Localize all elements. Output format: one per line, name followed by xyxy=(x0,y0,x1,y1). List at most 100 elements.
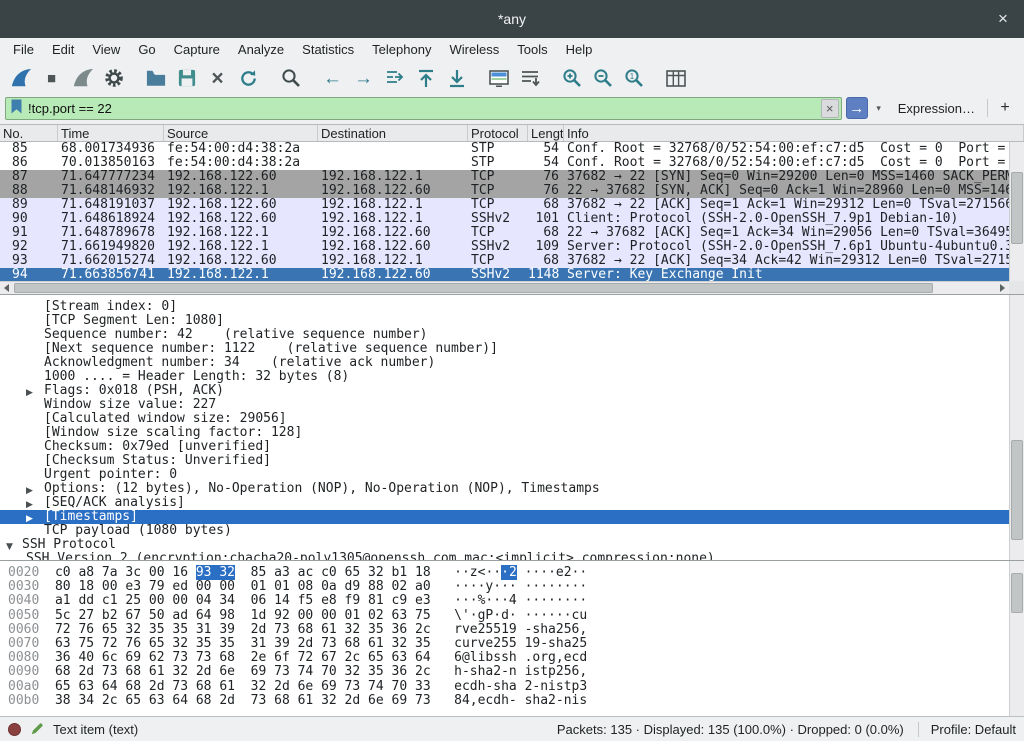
menu-statistics[interactable]: Statistics xyxy=(293,39,363,60)
detail-line[interactable]: Window size value: 227 xyxy=(0,398,1024,412)
capture-comment-icon[interactable] xyxy=(30,722,44,736)
column-header-length[interactable]: Length xyxy=(528,125,564,141)
column-header-destination[interactable]: Destination xyxy=(318,125,468,141)
detail-line[interactable]: SSH Version 2 (encryption:chacha20-poly1… xyxy=(0,552,1024,560)
capture-options-button[interactable] xyxy=(98,64,129,92)
scrollbar-thumb[interactable] xyxy=(1011,573,1023,613)
detail-line[interactable]: ▶Options: (12 bytes), No-Operation (NOP)… xyxy=(0,482,1024,496)
menu-help[interactable]: Help xyxy=(557,39,602,60)
hex-row-0060[interactable]: 0060 72 76 65 32 35 35 31 39 2d 73 68 61… xyxy=(8,623,1024,637)
column-header-source[interactable]: Source xyxy=(164,125,318,141)
filter-bookmark-icon[interactable] xyxy=(11,99,22,117)
display-filter-field[interactable]: × xyxy=(5,97,842,120)
menu-telephony[interactable]: Telephony xyxy=(363,39,440,60)
detail-line[interactable]: [Checksum Status: Unverified] xyxy=(0,454,1024,468)
resize-columns-button[interactable] xyxy=(660,64,691,92)
expression-button[interactable]: Expression… xyxy=(890,101,983,116)
detail-line[interactable]: Acknowledgment number: 34 (relative ack … xyxy=(0,356,1024,370)
hex-row-0090[interactable]: 0090 68 2d 73 68 61 32 2d 6e 69 73 74 70… xyxy=(8,665,1024,679)
packet-row-94[interactable]: 9471.663856741192.168.122.1192.168.122.6… xyxy=(0,268,1009,281)
column-header-no[interactable]: No. xyxy=(0,125,58,141)
menu-analyze[interactable]: Analyze xyxy=(229,39,293,60)
packet-list-hscrollbar[interactable] xyxy=(0,281,1009,294)
detail-line[interactable]: TCP payload (1080 bytes) xyxy=(0,524,1024,538)
detail-line[interactable]: [TCP Segment Len: 1080] xyxy=(0,314,1024,328)
zoom-original-button[interactable]: 1 xyxy=(618,64,649,92)
go-forward-button[interactable]: → xyxy=(348,64,379,92)
filter-input[interactable] xyxy=(28,101,815,116)
expert-info-icon[interactable] xyxy=(8,723,21,736)
stop-capture-button[interactable]: ■ xyxy=(36,64,67,92)
hex-row-00a0[interactable]: 00a0 65 63 64 68 2d 73 68 61 32 2d 6e 69… xyxy=(8,680,1024,694)
packet-row-92[interactable]: 9271.661949820192.168.122.1192.168.122.6… xyxy=(0,240,1009,254)
go-back-button[interactable]: ← xyxy=(317,64,348,92)
packet-row-91[interactable]: 9171.648789678192.168.122.1192.168.122.6… xyxy=(0,226,1009,240)
go-to-bottom-button[interactable] xyxy=(441,64,472,92)
find-packet-button[interactable] xyxy=(275,64,306,92)
packet-row-85[interactable]: 8568.001734936fe:54:00:d4:38:2aSTP54Conf… xyxy=(0,142,1009,156)
details-vscrollbar[interactable] xyxy=(1009,295,1024,560)
hex-row-0040[interactable]: 0040 a1 dd c1 25 00 00 04 34 06 14 f5 e8… xyxy=(8,594,1024,608)
hex-row-0030[interactable]: 0030 80 18 00 e3 79 ed 00 00 01 01 08 0a… xyxy=(8,580,1024,594)
scrollbar-thumb[interactable] xyxy=(1011,172,1023,244)
close-capture-button[interactable]: × xyxy=(202,64,233,92)
menu-edit[interactable]: Edit xyxy=(43,39,83,60)
detail-line[interactable]: Sequence number: 42 (relative sequence n… xyxy=(0,328,1024,342)
packet-row-93[interactable]: 9371.662015274192.168.122.60192.168.122.… xyxy=(0,254,1009,268)
scroll-left-arrow-icon[interactable] xyxy=(0,282,13,294)
reload-button[interactable] xyxy=(233,64,264,92)
menu-go[interactable]: Go xyxy=(129,39,164,60)
auto-scroll-button[interactable] xyxy=(514,64,545,92)
column-header-time[interactable]: Time xyxy=(58,125,164,141)
detail-line[interactable]: [Calculated window size: 29056] xyxy=(0,412,1024,426)
scrollbar-thumb[interactable] xyxy=(14,283,933,293)
packet-list-vscrollbar[interactable] xyxy=(1009,142,1024,281)
hex-row-0050[interactable]: 0050 5c 27 b2 67 50 ad 64 98 1d 92 00 00… xyxy=(8,609,1024,623)
packet-row-89[interactable]: 8971.648191037192.168.122.60192.168.122.… xyxy=(0,198,1009,212)
zoom-in-button[interactable] xyxy=(556,64,587,92)
detail-line[interactable]: ▶[Timestamps] xyxy=(0,510,1024,524)
detail-line[interactable]: ▼SSH Protocol xyxy=(0,538,1024,552)
add-filter-button[interactable]: + xyxy=(992,96,1018,120)
menu-capture[interactable]: Capture xyxy=(165,39,229,60)
detail-line[interactable]: [Stream index: 0] xyxy=(0,300,1024,314)
scroll-right-arrow-icon[interactable] xyxy=(996,282,1009,294)
packet-row-90[interactable]: 9071.648618924192.168.122.60192.168.122.… xyxy=(0,212,1009,226)
column-header-info[interactable]: Info xyxy=(564,125,1024,141)
hex-row-0080[interactable]: 0080 36 40 6c 69 62 73 73 68 2e 6f 72 67… xyxy=(8,651,1024,665)
menu-view[interactable]: View xyxy=(83,39,129,60)
detail-line[interactable]: 1000 .... = Header Length: 32 bytes (8) xyxy=(0,370,1024,384)
go-to-packet-button[interactable] xyxy=(379,64,410,92)
detail-line[interactable]: [Next sequence number: 1122 (relative se… xyxy=(0,342,1024,356)
colorize-packets-button[interactable] xyxy=(483,64,514,92)
bytes-vscrollbar[interactable] xyxy=(1009,561,1024,716)
packet-row-86[interactable]: 8670.013850163fe:54:00:d4:38:2aSTP54Conf… xyxy=(0,156,1009,170)
hex-row-00b0[interactable]: 00b0 38 34 2c 65 63 64 68 2d 73 68 61 32… xyxy=(8,694,1024,708)
zoom-original-icon: 1 xyxy=(624,68,644,88)
filter-apply-button[interactable]: → xyxy=(846,97,868,119)
restart-capture-button[interactable] xyxy=(67,64,98,92)
hex-row-0020[interactable]: 0020 c0 a8 7a 3c 00 16 93 32 85 a3 ac c0… xyxy=(8,566,1024,580)
filter-clear-button[interactable]: × xyxy=(821,99,839,118)
profile-button[interactable]: Profile: Default xyxy=(918,722,1016,737)
detail-line[interactable]: ▶[SEQ/ACK analysis] xyxy=(0,496,1024,510)
detail-line[interactable]: [Window size scaling factor: 128] xyxy=(0,426,1024,440)
open-capture-button[interactable] xyxy=(140,64,171,92)
menu-wireless[interactable]: Wireless xyxy=(440,39,508,60)
hex-row-0070[interactable]: 0070 63 75 72 76 65 32 35 35 31 39 2d 73… xyxy=(8,637,1024,651)
scrollbar-thumb[interactable] xyxy=(1011,440,1023,540)
filter-dropdown-button[interactable]: ▾ xyxy=(872,97,886,119)
window-close-button[interactable]: × xyxy=(992,8,1014,30)
column-header-protocol[interactable]: Protocol xyxy=(468,125,528,141)
go-to-top-button[interactable] xyxy=(410,64,441,92)
detail-line[interactable]: ▶Flags: 0x018 (PSH, ACK) xyxy=(0,384,1024,398)
packet-row-87[interactable]: 8771.647777234192.168.122.60192.168.122.… xyxy=(0,170,1009,184)
save-capture-button[interactable] xyxy=(171,64,202,92)
detail-line[interactable]: Urgent pointer: 0 xyxy=(0,468,1024,482)
start-capture-button[interactable] xyxy=(5,64,36,92)
packet-row-88[interactable]: 8871.648146932192.168.122.1192.168.122.6… xyxy=(0,184,1009,198)
zoom-out-button[interactable] xyxy=(587,64,618,92)
detail-line[interactable]: Checksum: 0x79ed [unverified] xyxy=(0,440,1024,454)
menu-tools[interactable]: Tools xyxy=(508,39,556,60)
menu-file[interactable]: File xyxy=(4,39,43,60)
